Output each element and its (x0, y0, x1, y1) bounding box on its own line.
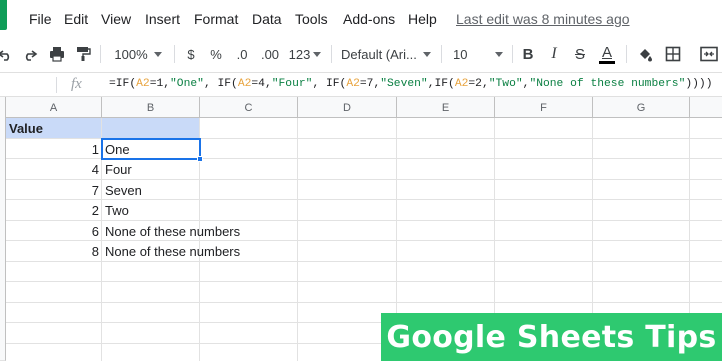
formula-segment-ref: A2 (346, 78, 360, 90)
cell-a5[interactable]: 2 (6, 200, 102, 220)
cell-a2[interactable]: 1 (6, 139, 102, 159)
fill-color-icon[interactable] (634, 37, 656, 71)
formula-segment-plain: =IF( (109, 78, 137, 90)
column-header-row: A B C D E F G (0, 97, 722, 118)
formula-segment-str: "Seven" (380, 78, 428, 90)
column-header-d[interactable]: D (298, 97, 397, 118)
formula-segment-plain: =4, (251, 78, 272, 90)
decrease-decimals-label: .0 (236, 46, 248, 62)
chevron-down-icon (423, 51, 431, 57)
cell-a6[interactable]: 6 (6, 221, 102, 241)
column-header-b[interactable]: B (102, 97, 200, 118)
formula-segment-ref: A2 (237, 78, 252, 90)
menubar: File Edit View Insert Format Data Tools … (0, 0, 722, 33)
font-size-value: 10 (453, 46, 468, 62)
formula-segment-plain: =1, (149, 78, 171, 90)
formula-segment-plain: ,IF( (427, 78, 455, 90)
cell-b5[interactable]: Two (102, 200, 302, 220)
cell-a3[interactable]: 4 (6, 159, 102, 179)
menu-format[interactable]: Format (194, 11, 238, 27)
sheets-logo-icon[interactable] (0, 0, 7, 30)
more-formats-button[interactable]: 123 (287, 37, 323, 71)
formula-segment-ref: A2 (454, 78, 469, 90)
formula-segment-str: "Two" (488, 78, 523, 90)
strikethrough-button[interactable]: S (570, 37, 590, 71)
formula-segment-str: "None of these numbers" (529, 78, 686, 90)
toolbar: 100% $ % .0 .00 123 Default (Ari... 10 B… (0, 37, 722, 71)
italic-button[interactable]: I (544, 37, 564, 71)
formula-segment-plain: =7, (359, 78, 381, 90)
chevron-down-icon (313, 51, 322, 57)
menu-data[interactable]: Data (252, 11, 282, 27)
paint-format-icon[interactable] (72, 37, 94, 71)
zoom-value: 100% (114, 46, 148, 62)
italic-label: I (551, 45, 557, 62)
bold-label: B (522, 45, 534, 63)
cell-a1[interactable]: Value (6, 118, 101, 138)
currency-button[interactable]: $ (182, 37, 200, 71)
percent-label: % (210, 46, 222, 62)
borders-icon[interactable] (662, 37, 684, 71)
formula-divider (56, 77, 57, 93)
menu-edit[interactable]: Edit (64, 11, 88, 27)
merge-cells-icon[interactable] (696, 37, 722, 71)
formula-segment-str: "Four" (271, 78, 313, 90)
formula-segment-plain: =2, (468, 78, 489, 90)
increase-decimals-button[interactable]: .00 (258, 37, 282, 71)
tips-banner: Google Sheets Tips (381, 313, 722, 361)
font-value: Default (Ari... (341, 46, 417, 62)
increase-decimals-label: .00 (260, 46, 280, 62)
formula-segment-plain: )))) (685, 78, 713, 90)
formula-segment-str: "One" (170, 78, 204, 90)
text-color-button[interactable]: A (596, 37, 618, 71)
cell-a4[interactable]: 7 (6, 180, 102, 200)
chevron-down-icon (153, 51, 162, 57)
column-header-h[interactable] (690, 97, 722, 118)
undo-icon[interactable] (0, 37, 14, 71)
column-header-f[interactable]: F (495, 97, 593, 118)
fill-handle[interactable] (197, 156, 203, 162)
strikethrough-label: S (574, 45, 585, 63)
banner-text: Google Sheets Tips (386, 319, 717, 355)
menu-help[interactable]: Help (408, 11, 437, 27)
column-header-e[interactable]: E (397, 97, 495, 118)
currency-label: $ (187, 46, 195, 62)
menu-tools[interactable]: Tools (295, 11, 328, 27)
cell-b1[interactable] (102, 118, 199, 138)
font-size-select[interactable]: 10 (449, 37, 507, 71)
formula-segment-plain: , IF( (312, 78, 347, 90)
cell-b7[interactable]: None of these numbers (102, 241, 302, 261)
last-edit-link[interactable]: Last edit was 8 minutes ago (456, 11, 630, 27)
redo-icon[interactable] (20, 37, 40, 71)
cell-b4[interactable]: Seven (102, 180, 302, 200)
active-cell-selection (101, 138, 201, 160)
formula-segment-ref: A2 (136, 78, 150, 90)
cell-b3[interactable]: Four (102, 159, 302, 179)
formula-bar: fx =IF(A2=1,"One", IF(A2=4,"Four", IF(A2… (0, 72, 722, 97)
more-formats-label: 123 (288, 46, 311, 62)
font-select[interactable]: Default (Ari... (337, 37, 435, 71)
text-color-swatch (599, 60, 615, 64)
bold-button[interactable]: B (518, 37, 538, 71)
menu-file[interactable]: File (29, 11, 52, 27)
cell-a7[interactable]: 8 (6, 241, 102, 261)
formula-segment-plain: , IF( (203, 78, 238, 90)
formula-input[interactable]: =IF(A2=1,"One", IF(A2=4,"Four", IF(A2=7,… (109, 78, 713, 90)
menu-view[interactable]: View (101, 11, 131, 27)
cell-b6[interactable]: None of these numbers (102, 221, 302, 241)
chevron-down-icon (495, 51, 503, 57)
menu-addons[interactable]: Add-ons (343, 11, 395, 27)
print-icon[interactable] (46, 37, 68, 71)
column-header-g[interactable]: G (593, 97, 690, 118)
zoom-select[interactable]: 100% (108, 37, 168, 71)
decrease-decimals-button[interactable]: .0 (232, 37, 252, 71)
text-color-label: A (601, 43, 612, 61)
menu-insert[interactable]: Insert (145, 11, 180, 27)
fx-icon: fx (71, 76, 82, 92)
column-header-c[interactable]: C (200, 97, 298, 118)
column-header-a[interactable]: A (6, 97, 102, 118)
percent-button[interactable]: % (207, 37, 225, 71)
